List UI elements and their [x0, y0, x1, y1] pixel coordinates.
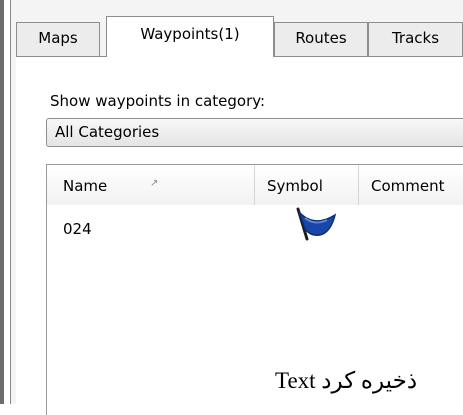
tab-waypoints-label: Waypoints(1)	[140, 25, 240, 43]
tab-maps[interactable]: Maps	[16, 22, 100, 56]
column-header-name-label: Name	[63, 177, 108, 195]
sort-arrow-icon: ↗	[150, 178, 159, 189]
flag-icon	[296, 207, 337, 241]
table-row-name[interactable]: 024	[63, 220, 92, 238]
column-header-comment-label: Comment	[371, 177, 445, 195]
category-label: Show waypoints in category:	[50, 92, 266, 110]
tab-maps-label: Maps	[38, 29, 78, 47]
tab-waypoints[interactable]: Waypoints(1)	[106, 16, 274, 57]
column-header-comment[interactable]: Comment	[359, 165, 463, 205]
tab-routes[interactable]: Routes	[274, 22, 368, 56]
column-header-symbol-label: Symbol	[267, 177, 323, 195]
column-header-name[interactable]: Name ↗	[47, 165, 255, 205]
left-edge-border	[0, 0, 4, 404]
column-header-symbol[interactable]: Symbol	[255, 165, 359, 205]
tab-tracks[interactable]: Tracks	[368, 22, 463, 56]
tab-tracks-label: Tracks	[391, 29, 440, 47]
category-select[interactable]: All Categories	[46, 118, 463, 147]
overlay-caption: Text ذخیره کرد	[275, 368, 418, 393]
tab-routes-label: Routes	[295, 29, 347, 47]
category-select-value: All Categories	[55, 123, 160, 141]
